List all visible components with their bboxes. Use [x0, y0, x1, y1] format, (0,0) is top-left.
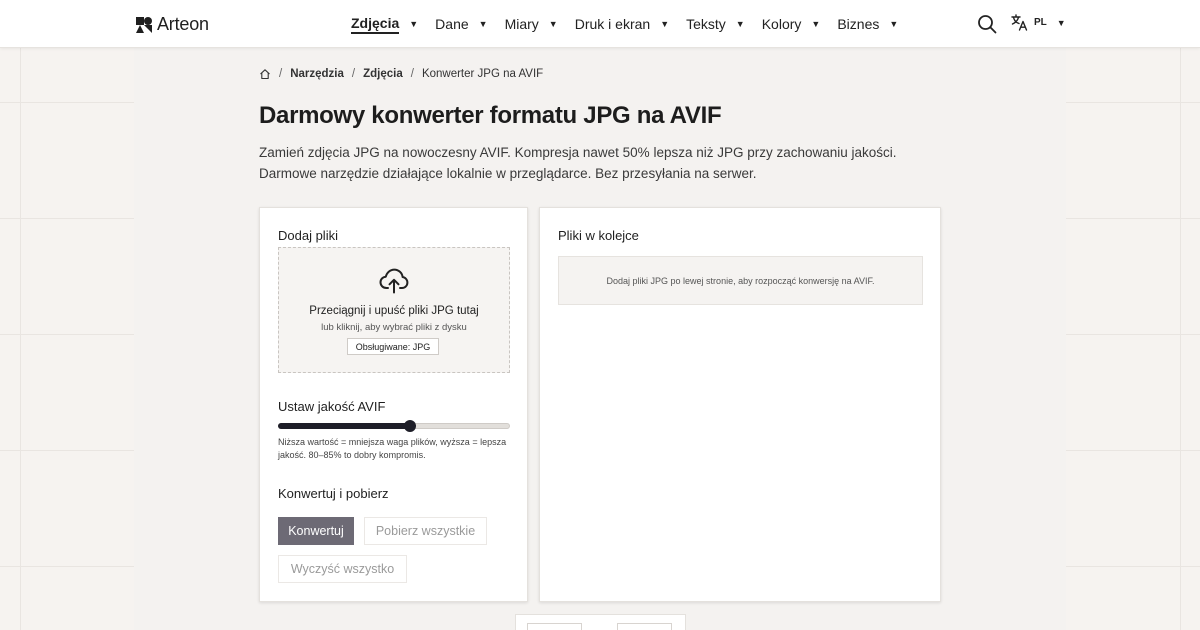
slider-thumb[interactable]	[404, 420, 417, 432]
breadcrumb: / Narzędzia / Zdjęcia / Konwerter JPG na…	[259, 68, 543, 80]
actions-heading: Konwertuj i pobierz	[278, 486, 389, 501]
caret-down-icon: ▼	[409, 19, 419, 29]
bottom-card-box	[617, 623, 672, 630]
caret-down-icon: ▼	[660, 19, 670, 29]
nav-item-miary[interactable]: Miary ▼	[505, 16, 558, 32]
caret-down-icon: ▼	[889, 19, 899, 29]
page-description: Zamień zdjęcia JPG na nowoczesny AVIF. K…	[259, 145, 897, 181]
nav-item-kolory[interactable]: Kolory ▼	[762, 16, 821, 32]
clear-all-button[interactable]: Wyczyść wszystko	[278, 555, 407, 583]
nav-item-label: Teksty	[686, 16, 726, 32]
search-button[interactable]	[977, 14, 997, 34]
quality-heading: Ustaw jakość AVIF	[278, 399, 386, 414]
breadcrumb-home[interactable]	[259, 68, 271, 80]
breadcrumb-separator: /	[351, 68, 356, 80]
language-code: PL	[1034, 17, 1047, 28]
brand-logo[interactable]: Arteon	[136, 14, 209, 35]
brand-name: Arteon	[157, 14, 209, 34]
cloud-upload-icon	[379, 268, 409, 294]
nav-item-teksty[interactable]: Teksty ▼	[686, 16, 745, 32]
top-navbar: Arteon Zdjęcia ▼ Dane ▼ Miary ▼ Druk i e…	[0, 0, 1200, 48]
breadcrumb-separator: /	[279, 68, 283, 80]
caret-down-icon: ▼	[1056, 17, 1066, 28]
caret-down-icon: ▼	[548, 19, 558, 29]
arteon-logo-icon	[136, 16, 152, 33]
caret-down-icon: ▼	[811, 19, 821, 29]
nav-item-label: Miary	[504, 16, 539, 32]
download-all-button[interactable]: Pobierz wszystkie	[364, 517, 487, 545]
slider-fill	[278, 423, 411, 429]
queue-empty-state: Dodaj pliki JPG po lewej stronie, aby ro…	[558, 256, 923, 305]
breadcrumb-separator: /	[410, 68, 414, 80]
supported-formats-badge: Obsługiwane: JPG	[347, 338, 439, 355]
queue-panel: Pliki w kolejce Dodaj pliki JPG po lewej…	[539, 207, 941, 602]
caret-down-icon: ▼	[478, 19, 488, 29]
upload-heading: Dodaj pliki	[278, 228, 338, 243]
bottom-card	[515, 614, 686, 630]
breadcrumb-current: Konwerter JPG na AVIF	[421, 68, 544, 80]
quality-hint: Niższa wartość = mniejsza waga plików, w…	[278, 437, 507, 460]
breadcrumb-zdjecia[interactable]: Zdjęcia	[363, 68, 403, 80]
main-menu: Zdjęcia ▼ Dane ▼ Miary ▼ Druk i ekran ▼ …	[351, 0, 915, 48]
search-icon	[978, 15, 997, 34]
converter-panel: Dodaj pliki Przeciągnij i upuść pliki JP…	[259, 207, 528, 602]
bottom-card-box	[527, 623, 582, 630]
nav-item-label: Biznes	[837, 16, 880, 32]
dropzone-title: Przeciągnij i upuść pliki JPG tutaj	[309, 305, 479, 317]
nav-item-biznes[interactable]: Biznes ▼	[837, 16, 898, 32]
nav-item-zdjecia[interactable]: Zdjęcia ▼	[351, 15, 418, 34]
nav-item-label: Zdjęcia	[351, 15, 400, 34]
nav-item-label: Druk i ekran	[574, 16, 651, 32]
file-dropzone[interactable]: Przeciągnij i upuść pliki JPG tutaj lub …	[278, 247, 510, 373]
nav-item-label: Dane	[435, 16, 469, 32]
translate-icon	[1011, 14, 1028, 31]
page-title: Darmowy konwerter formatu JPG na AVIF	[259, 102, 722, 129]
dropzone-subtitle: lub kliknij, aby wybrać pliki z dysku	[321, 322, 467, 333]
quality-slider[interactable]	[278, 419, 510, 433]
breadcrumb-narzedzia[interactable]: Narzędzia	[290, 68, 344, 80]
nav-item-druk-i-ekran[interactable]: Druk i ekran ▼	[575, 16, 669, 32]
caret-down-icon: ▼	[735, 19, 745, 29]
nav-item-dane[interactable]: Dane ▼	[435, 16, 487, 32]
language-switcher[interactable]: PL ▼	[1011, 14, 1066, 31]
queue-heading: Pliki w kolejce	[558, 228, 639, 243]
home-icon	[260, 69, 270, 80]
convert-button[interactable]: Konwertuj	[278, 517, 354, 545]
nav-item-label: Kolory	[761, 16, 802, 32]
